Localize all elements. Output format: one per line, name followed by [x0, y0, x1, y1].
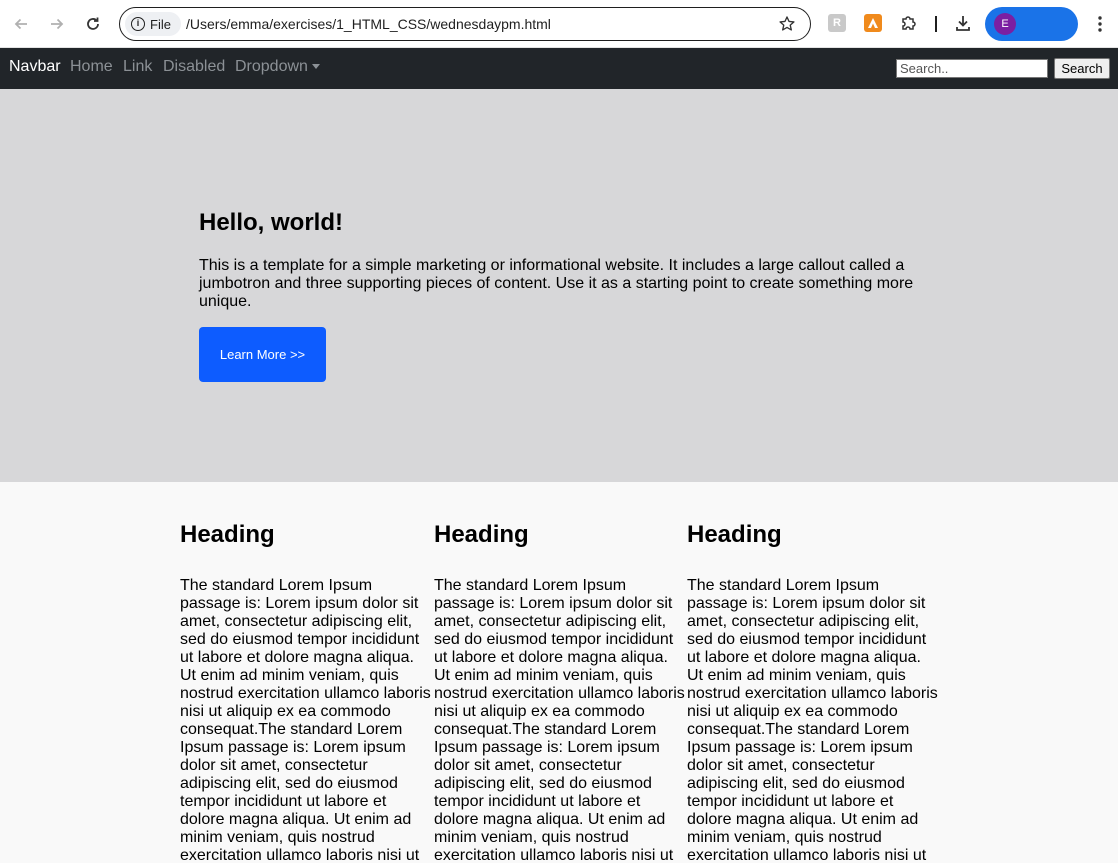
content-column-2: Heading The standard Lorem Ipsum passage…	[434, 520, 686, 863]
jumbotron-text: This is a template for a simple marketin…	[199, 257, 914, 310]
nav-dropdown[interactable]: Dropdown	[235, 58, 320, 76]
column-text: The standard Lorem Ipsum passage is: Lor…	[687, 577, 938, 863]
address-bar[interactable]: i File /Users/emma/exercises/1_HTML_CSS/…	[119, 7, 811, 41]
nav-link-home[interactable]: Home	[70, 58, 113, 76]
content-column-3: Heading The standard Lorem Ipsum passage…	[687, 520, 939, 863]
star-icon[interactable]	[778, 15, 796, 33]
dropdown-caret-icon	[311, 64, 320, 70]
extension-icon[interactable]	[899, 13, 919, 33]
site-info-chip[interactable]: i File	[125, 12, 181, 36]
nav-link-disabled: Disabled	[163, 58, 226, 75]
forward-arrow-icon[interactable]	[45, 12, 69, 36]
info-icon: i	[131, 17, 145, 31]
column-heading: Heading	[687, 521, 782, 548]
profile-button[interactable]: E	[985, 7, 1078, 41]
chip-label: File	[150, 16, 171, 32]
jumbotron: Hello, world! This is a template for a s…	[0, 89, 1118, 482]
column-text: The standard Lorem Ipsum passage is: Lor…	[434, 577, 685, 863]
site-navbar: Navbar Home Link Disabled Dropdown Searc…	[0, 48, 1118, 89]
reload-icon[interactable]	[81, 12, 105, 36]
content-column-1: Heading The standard Lorem Ipsum passage…	[180, 520, 432, 863]
url-text[interactable]: /Users/emma/exercises/1_HTML_CSS/wednesd…	[186, 16, 551, 32]
back-arrow-icon[interactable]	[9, 12, 33, 36]
extension-1-icon[interactable]: R	[828, 14, 846, 32]
extension-2-icon[interactable]	[864, 14, 882, 32]
learn-more-button[interactable]: Learn More >>	[199, 327, 326, 382]
kebab-menu-icon[interactable]	[1090, 14, 1110, 34]
navbar-brand[interactable]: Navbar	[9, 58, 61, 76]
search-input[interactable]	[896, 59, 1048, 78]
column-heading: Heading	[434, 521, 529, 548]
jumbotron-title: Hello, world!	[199, 209, 343, 236]
search-button[interactable]: Search	[1054, 58, 1110, 79]
browser-toolbar: i File /Users/emma/exercises/1_HTML_CSS/…	[0, 0, 1118, 48]
avatar: E	[994, 13, 1016, 35]
column-heading: Heading	[180, 521, 275, 548]
download-icon[interactable]	[953, 13, 973, 33]
nav-link-link[interactable]: Link	[123, 58, 152, 76]
toolbar-divider	[935, 16, 937, 32]
nav-dropdown-label: Dropdown	[235, 58, 308, 75]
column-text: The standard Lorem Ipsum passage is: Lor…	[180, 577, 431, 863]
